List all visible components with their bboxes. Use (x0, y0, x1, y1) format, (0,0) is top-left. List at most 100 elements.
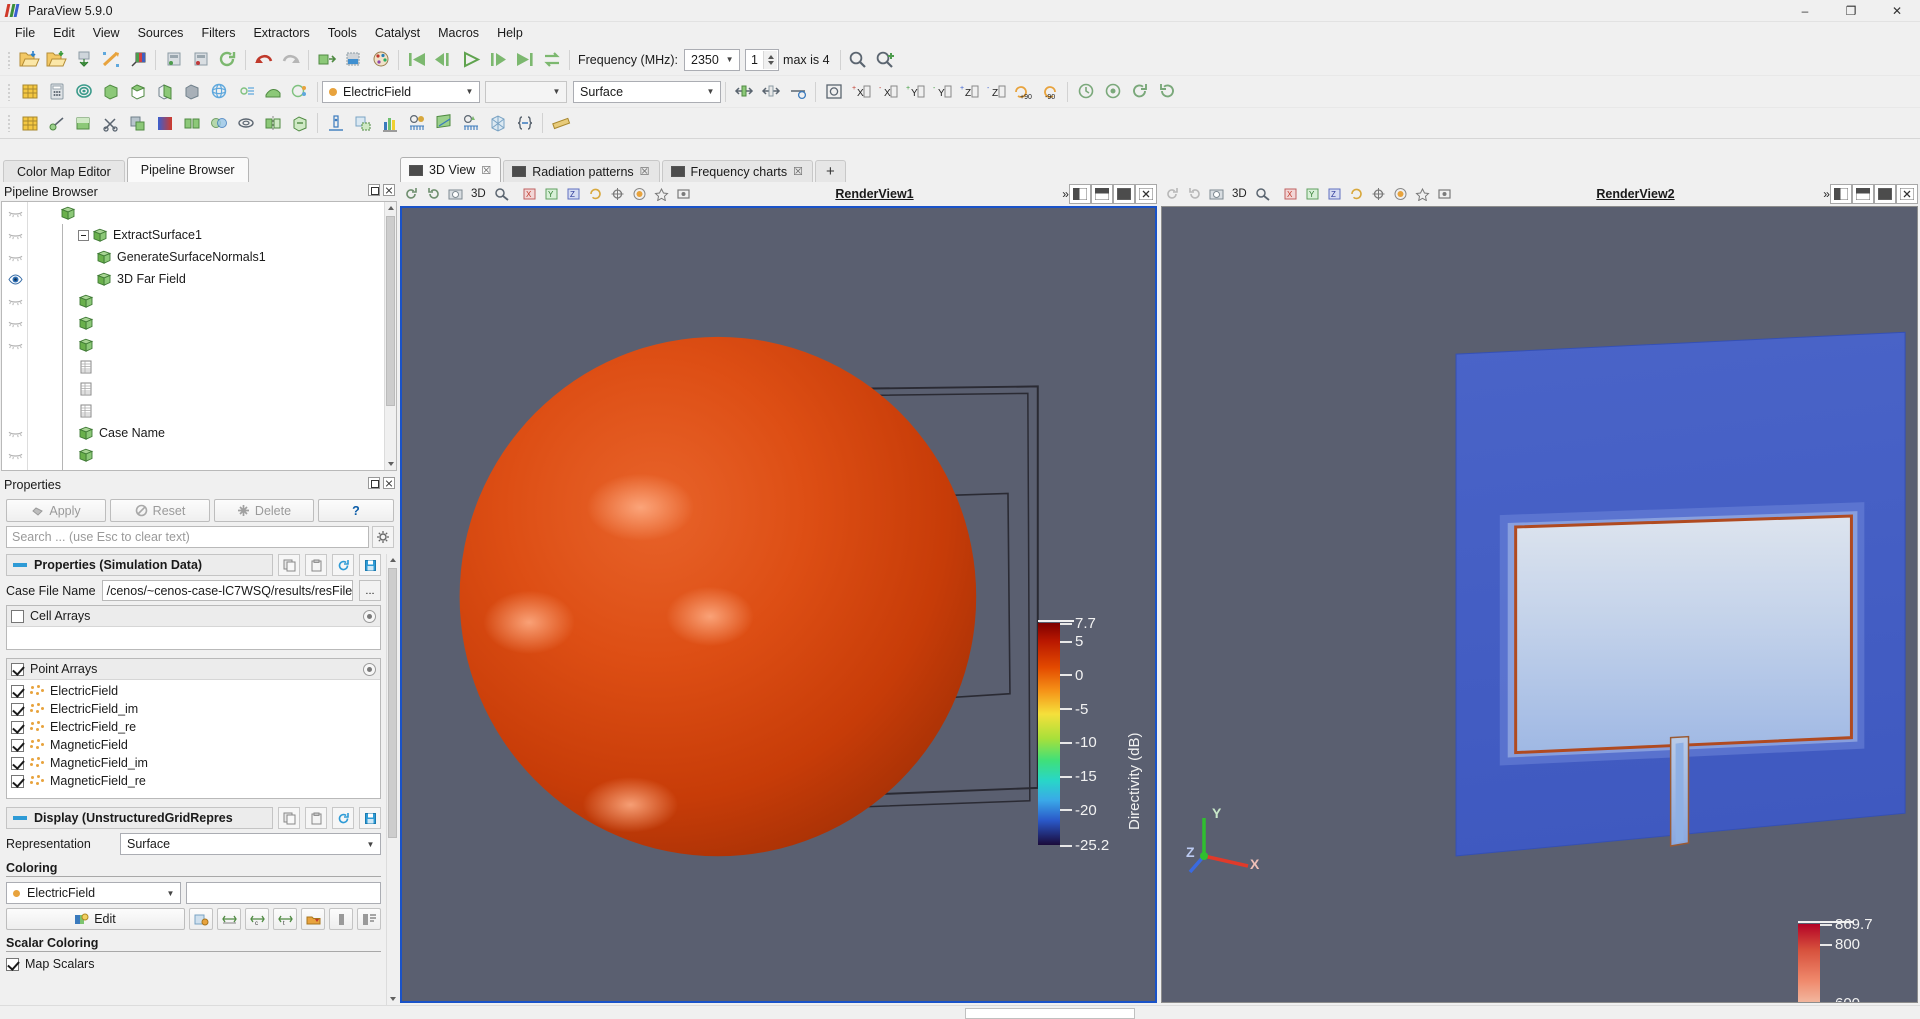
pipeline-item[interactable] (2, 400, 384, 422)
pipeline-item[interactable] (2, 444, 384, 466)
gear-icon[interactable] (372, 526, 394, 548)
cell-arrays-header[interactable]: Cell Arrays (7, 606, 380, 627)
add-time-icon[interactable] (872, 46, 899, 73)
restore-display-defaults-icon[interactable] (332, 807, 354, 829)
point-array-checkbox[interactable] (11, 720, 24, 734)
pos-y-icon[interactable]: + Y (901, 78, 928, 105)
pos-z-icon[interactable]: + Z (955, 78, 982, 105)
camera-reset-icon[interactable] (1153, 78, 1180, 105)
color-map-icon[interactable] (340, 46, 367, 73)
extract-block-icon[interactable] (124, 110, 151, 137)
menu-view[interactable]: View (84, 24, 129, 42)
pipeline-item[interactable] (2, 290, 384, 312)
connect-icon[interactable] (124, 46, 151, 73)
color-array-select[interactable]: ElectricField ▼ (322, 80, 480, 103)
center-axes-x-icon[interactable]: X (519, 183, 541, 205)
calculator-icon[interactable] (43, 78, 70, 105)
coloring-component-dropdown[interactable] (186, 882, 381, 904)
edit-color-map-button[interactable]: Edit (6, 908, 185, 930)
cell-arrays-checkbox[interactable] (11, 609, 24, 623)
point-array-checkbox[interactable] (11, 702, 24, 716)
point-arrays-checkbox[interactable] (11, 662, 24, 676)
maximize-button[interactable]: ❐ (1828, 0, 1874, 22)
camera-undo-icon[interactable] (1072, 78, 1099, 105)
reset-camera-icon[interactable] (820, 78, 847, 105)
extract-subset-icon[interactable] (178, 78, 205, 105)
pipeline-item[interactable] (2, 202, 384, 224)
eye-closed-icon[interactable] (2, 340, 28, 351)
toolbar-grip[interactable] (5, 112, 13, 134)
split-vertical-button[interactable] (1851, 184, 1874, 204)
mode-3d-button[interactable]: 3D (466, 183, 491, 205)
histogram-icon[interactable] (376, 110, 403, 137)
menu-catalyst[interactable]: Catalyst (366, 24, 429, 42)
next-frame-icon[interactable] (484, 46, 511, 73)
center-of-rotation-icon[interactable] (1368, 183, 1390, 205)
rescale-over-time-range-icon[interactable]: t (273, 908, 297, 930)
undock-properties-button[interactable] (368, 477, 380, 489)
tab-add-view[interactable]: + (814, 160, 846, 182)
zoom-to-data-icon[interactable] (845, 46, 872, 73)
point-arrays-list[interactable]: ElectricField ElectricField_im ElectricFie… (7, 680, 380, 798)
pipeline-item[interactable]: ExtractSurface1 (2, 224, 384, 246)
rescale-to-data-range-icon[interactable] (730, 78, 757, 105)
tab-frequency-charts[interactable]: Frequency charts ☒ (661, 160, 813, 182)
toggle-color-legend-icon[interactable] (329, 908, 353, 930)
pipeline-item[interactable]: 3D Far Field (2, 268, 384, 290)
pipeline-tree[interactable]: ExtractSurface1 GenerateSurfaceNormals1 3D… (2, 202, 384, 470)
menu-tools[interactable]: Tools (319, 24, 366, 42)
point-array-item[interactable]: ElectricField_im (7, 700, 380, 718)
cell-arrays-options-icon[interactable] (363, 609, 376, 623)
representation-select[interactable]: Surface ▼ (573, 80, 721, 103)
show-center-icon[interactable] (629, 183, 651, 205)
group-datasets-icon[interactable] (286, 78, 313, 105)
toolbar-grip[interactable] (5, 81, 13, 103)
point-array-item[interactable]: MagneticField (7, 736, 380, 754)
tree-collapse-icon[interactable] (78, 229, 89, 241)
render-view-2-canvas[interactable]: Y X Z 869.78006004002000.0 Electric Fiel… (1161, 206, 1918, 1003)
edit-color-palette-icon[interactable] (367, 46, 394, 73)
frequency-select[interactable]: 2350 ▼ (684, 48, 741, 71)
center-axes-x-icon[interactable]: X (1280, 183, 1302, 205)
display-section-title[interactable]: Display (UnstructuredGridRepres (6, 807, 273, 829)
point-array-checkbox[interactable] (11, 756, 24, 770)
merge-blocks-icon[interactable] (205, 110, 232, 137)
redo-icon[interactable] (277, 46, 304, 73)
menu-file[interactable]: File (6, 24, 44, 42)
save-state-icon[interactable] (70, 46, 97, 73)
close-tab-icon[interactable]: ☒ (640, 165, 650, 178)
tab-color-map-editor[interactable]: Color Map Editor (3, 160, 125, 182)
axes-grid-icon[interactable] (484, 110, 511, 137)
copy-properties-icon[interactable] (278, 554, 300, 576)
case-file-input[interactable]: /cenos/~cenos-case-lC7WSQ/results/resFil… (101, 580, 353, 601)
center-axes-z-icon[interactable]: Z (563, 183, 585, 205)
menu-extractors[interactable]: Extractors (244, 24, 318, 42)
plot-data-over-time-icon[interactable] (403, 110, 430, 137)
browse-file-button[interactable]: ... (359, 580, 381, 601)
rescale-over-time-icon[interactable] (784, 78, 811, 105)
show-center-icon[interactable] (1390, 183, 1412, 205)
search-input[interactable]: Search ... (use Esc to clear text) (6, 526, 369, 548)
play-icon[interactable] (457, 46, 484, 73)
contour-icon[interactable] (70, 78, 97, 105)
delete-button[interactable]: Delete (214, 499, 314, 522)
glyph-icon[interactable] (205, 78, 232, 105)
tube-icon[interactable] (232, 110, 259, 137)
eye-closed-icon[interactable] (2, 208, 28, 219)
pipeline-item[interactable] (2, 334, 384, 356)
apply-button[interactable]: Apply (6, 499, 106, 522)
save-display-defaults-icon[interactable] (359, 807, 381, 829)
pick-center-icon[interactable] (651, 183, 673, 205)
pipeline-item[interactable]: GenerateSurfaceNormals1 (2, 246, 384, 268)
use-separate-colormap-icon[interactable] (189, 908, 213, 930)
camera-redo-icon[interactable] (1183, 183, 1205, 205)
plot-over-line-icon[interactable] (43, 110, 70, 137)
minimize-button[interactable]: – (1782, 0, 1828, 22)
rescale-to-data-range-icon[interactable] (217, 908, 241, 930)
point-arrays-options-icon[interactable] (363, 662, 376, 676)
menu-filters[interactable]: Filters (192, 24, 244, 42)
eye-open-icon[interactable] (2, 273, 28, 285)
save-data-icon[interactable] (43, 46, 70, 73)
menu-macros[interactable]: Macros (429, 24, 488, 42)
split-horizontal-button[interactable] (1068, 184, 1091, 204)
